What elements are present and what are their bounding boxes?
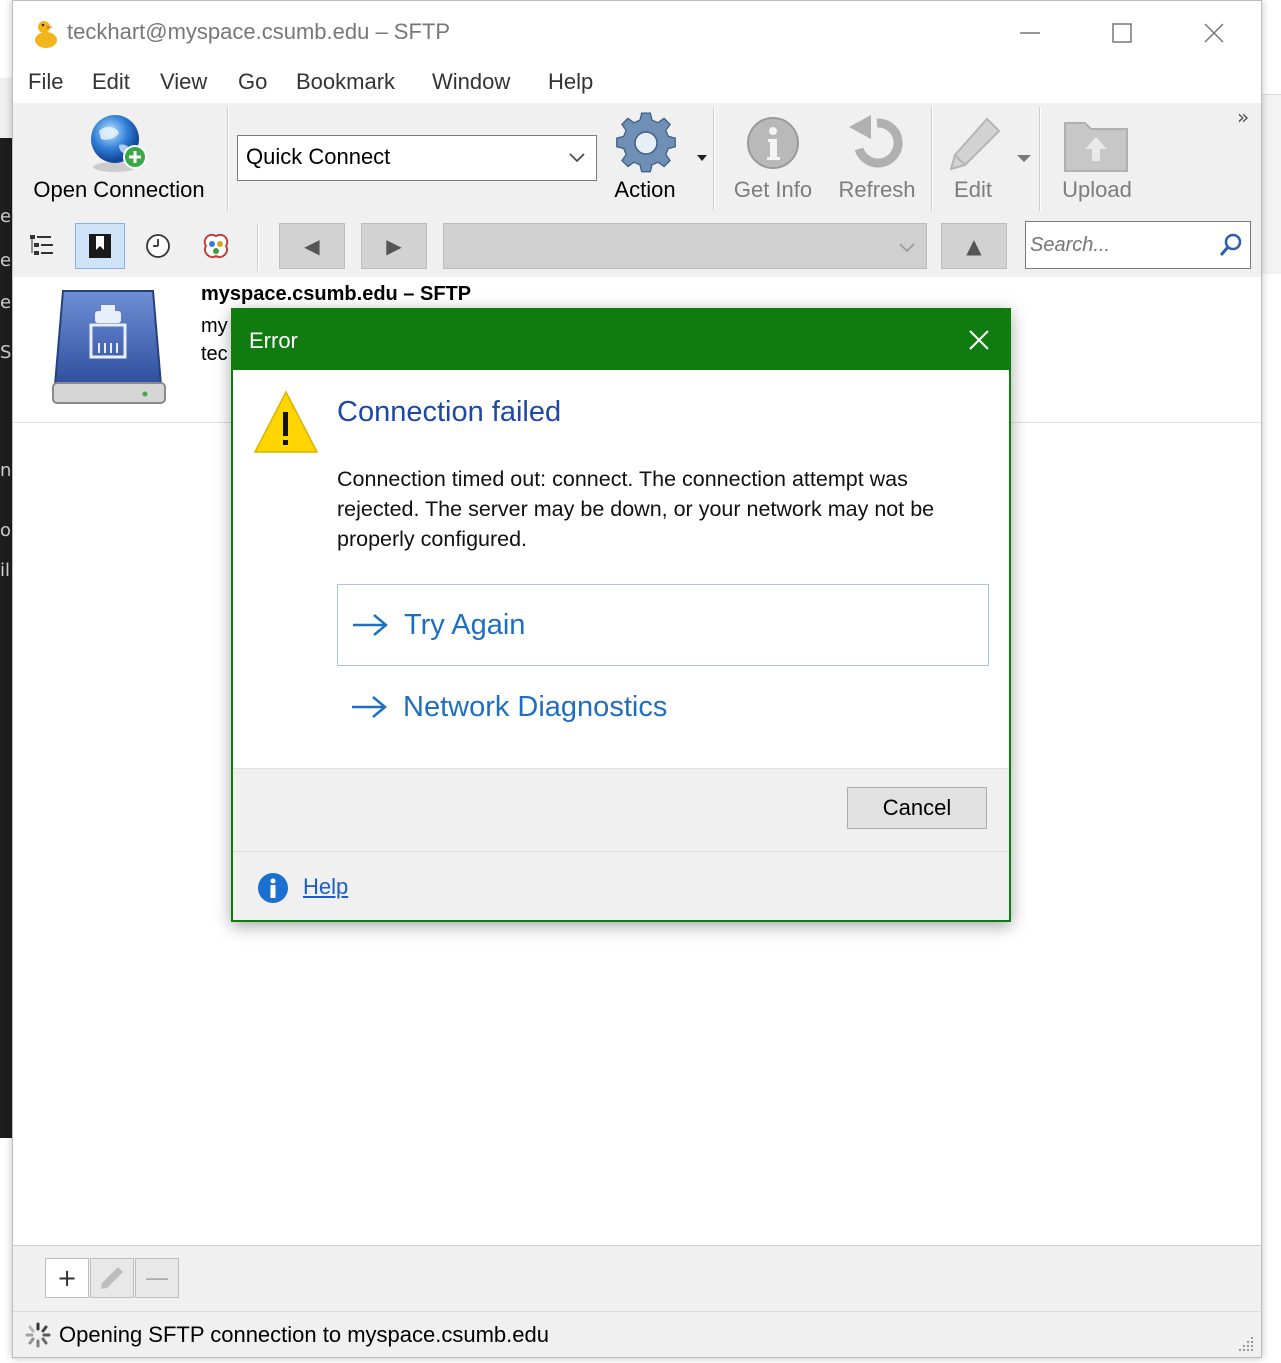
dialog-heading: Connection failed: [337, 396, 562, 428]
dropdown-arrow-icon: [1017, 155, 1031, 162]
upload-button[interactable]: Upload: [1049, 107, 1145, 211]
menu-window[interactable]: Window: [432, 69, 510, 95]
background-window-left-top: [0, 78, 12, 138]
title-bar: teckhart@myspace.csumb.edu – SFTP: [13, 1, 1261, 63]
info-icon: [747, 117, 799, 169]
background-window-left: ec ec er Se ne or il: [0, 78, 23, 1138]
search-field[interactable]: [1025, 221, 1251, 269]
get-info-label: Get Info: [733, 177, 813, 202]
dialog-button-area: Cancel: [233, 768, 1009, 852]
menu-go[interactable]: Go: [238, 69, 267, 95]
quick-connect-value: Quick Connect: [246, 144, 391, 169]
menu-bar: File Edit View Go Bookmark Window Help: [13, 63, 1261, 103]
gear-icon: [616, 112, 676, 173]
pencil-icon: [101, 1267, 123, 1289]
navbar-separator: [257, 223, 259, 271]
close-window-button[interactable]: [1189, 15, 1239, 51]
edit-button[interactable]: Edit: [941, 107, 1037, 211]
search-input[interactable]: [1030, 230, 1210, 260]
bookmark-actions-bar: + —: [13, 1245, 1261, 1311]
upload-folder-icon: [1064, 122, 1128, 172]
menu-view[interactable]: View: [160, 69, 207, 95]
open-connection-button[interactable]: Open Connection: [21, 107, 217, 211]
help-link[interactable]: Help: [303, 874, 348, 900]
duck-app-icon: [33, 17, 59, 49]
pencil-icon: [949, 117, 1001, 171]
toolbar-separator: [227, 107, 229, 211]
status-text: Opening SFTP connection to myspace.csumb…: [59, 1322, 549, 1347]
status-bar: Opening SFTP connection to myspace.csumb…: [13, 1311, 1261, 1357]
bookmark-name: myspace.csumb.edu – SFTP: [201, 283, 472, 305]
chevron-down-icon: [569, 153, 585, 163]
maximize-button[interactable]: [1097, 15, 1147, 51]
menu-help[interactable]: Help: [548, 69, 593, 95]
action-label: Action: [614, 177, 676, 202]
server-drive-icon: [52, 290, 166, 404]
bookmarks-view-icon[interactable]: [75, 223, 125, 269]
minimize-button[interactable]: [1005, 15, 1055, 51]
chevron-down-icon: [899, 243, 915, 253]
edit-bookmark-button[interactable]: [90, 1258, 134, 1298]
arrow-right-icon: [353, 614, 388, 636]
outline-view-icon[interactable]: [17, 223, 67, 269]
upload-label: Upload: [1062, 177, 1132, 202]
open-connection-label: Open Connection: [33, 177, 205, 202]
menu-edit[interactable]: Edit: [92, 69, 130, 95]
try-again-label: Try Again: [404, 608, 526, 641]
close-icon: [969, 330, 989, 350]
path-select[interactable]: [443, 223, 927, 269]
dialog-close-button[interactable]: [961, 322, 997, 358]
warning-icon: [253, 390, 319, 453]
background-text-fragment: il: [0, 560, 11, 581]
toolbar-separator: [931, 107, 933, 211]
dialog-message: Connection timed out: connect. The conne…: [337, 467, 935, 551]
dropdown-arrow-icon: [697, 155, 707, 161]
network-diagnostics-label: Network Diagnostics: [403, 690, 668, 723]
arrow-right-icon: [352, 696, 387, 718]
refresh-label: Refresh: [838, 177, 916, 202]
refresh-icon: [849, 115, 903, 168]
history-clock-icon[interactable]: [133, 223, 183, 269]
get-info-button[interactable]: Get Info: [727, 107, 819, 211]
back-button[interactable]: ◀: [279, 223, 345, 269]
parent-directory-button[interactable]: ▲: [941, 223, 1007, 269]
network-diagnostics-button[interactable]: Network Diagnostics: [337, 666, 989, 748]
forward-button[interactable]: ▶: [361, 223, 427, 269]
try-again-button[interactable]: Try Again: [337, 584, 989, 666]
edit-label: Edit: [954, 177, 992, 202]
bonjour-icon[interactable]: [191, 223, 241, 269]
menu-bookmark[interactable]: Bookmark: [296, 69, 395, 95]
bookmark-username: tec: [201, 343, 228, 365]
window-title: teckhart@myspace.csumb.edu – SFTP: [67, 19, 451, 44]
loading-spinner-icon: [25, 1322, 51, 1348]
toolbar: Open Connection Quick Connect Action Get…: [13, 103, 1261, 215]
menu-file[interactable]: File: [28, 69, 63, 95]
globe-add-icon: [91, 115, 147, 172]
dialog-title: Error: [249, 328, 298, 353]
navigation-bar: ◀ ▶ ▲: [13, 215, 1261, 277]
bookmark-hostname: my: [201, 315, 228, 337]
background-window-right-strip: [1262, 94, 1281, 274]
add-bookmark-button[interactable]: +: [45, 1258, 89, 1298]
delete-bookmark-button[interactable]: —: [135, 1258, 179, 1298]
action-button[interactable]: Action: [601, 107, 711, 211]
search-icon: [1219, 233, 1242, 256]
resize-grip-icon[interactable]: [1237, 1335, 1255, 1353]
toolbar-separator: [1039, 107, 1041, 211]
help-info-icon: [258, 873, 288, 903]
toolbar-overflow-button[interactable]: »: [1237, 105, 1249, 129]
dialog-title-bar: Error: [233, 310, 1009, 370]
toolbar-separator: [713, 107, 715, 211]
quick-connect-select[interactable]: Quick Connect: [237, 135, 597, 181]
dialog-footer: Help: [233, 852, 1009, 920]
error-dialog: Error Connection failed Connection timed…: [231, 308, 1011, 922]
cancel-button[interactable]: Cancel: [847, 787, 987, 829]
refresh-button[interactable]: Refresh: [829, 107, 925, 211]
